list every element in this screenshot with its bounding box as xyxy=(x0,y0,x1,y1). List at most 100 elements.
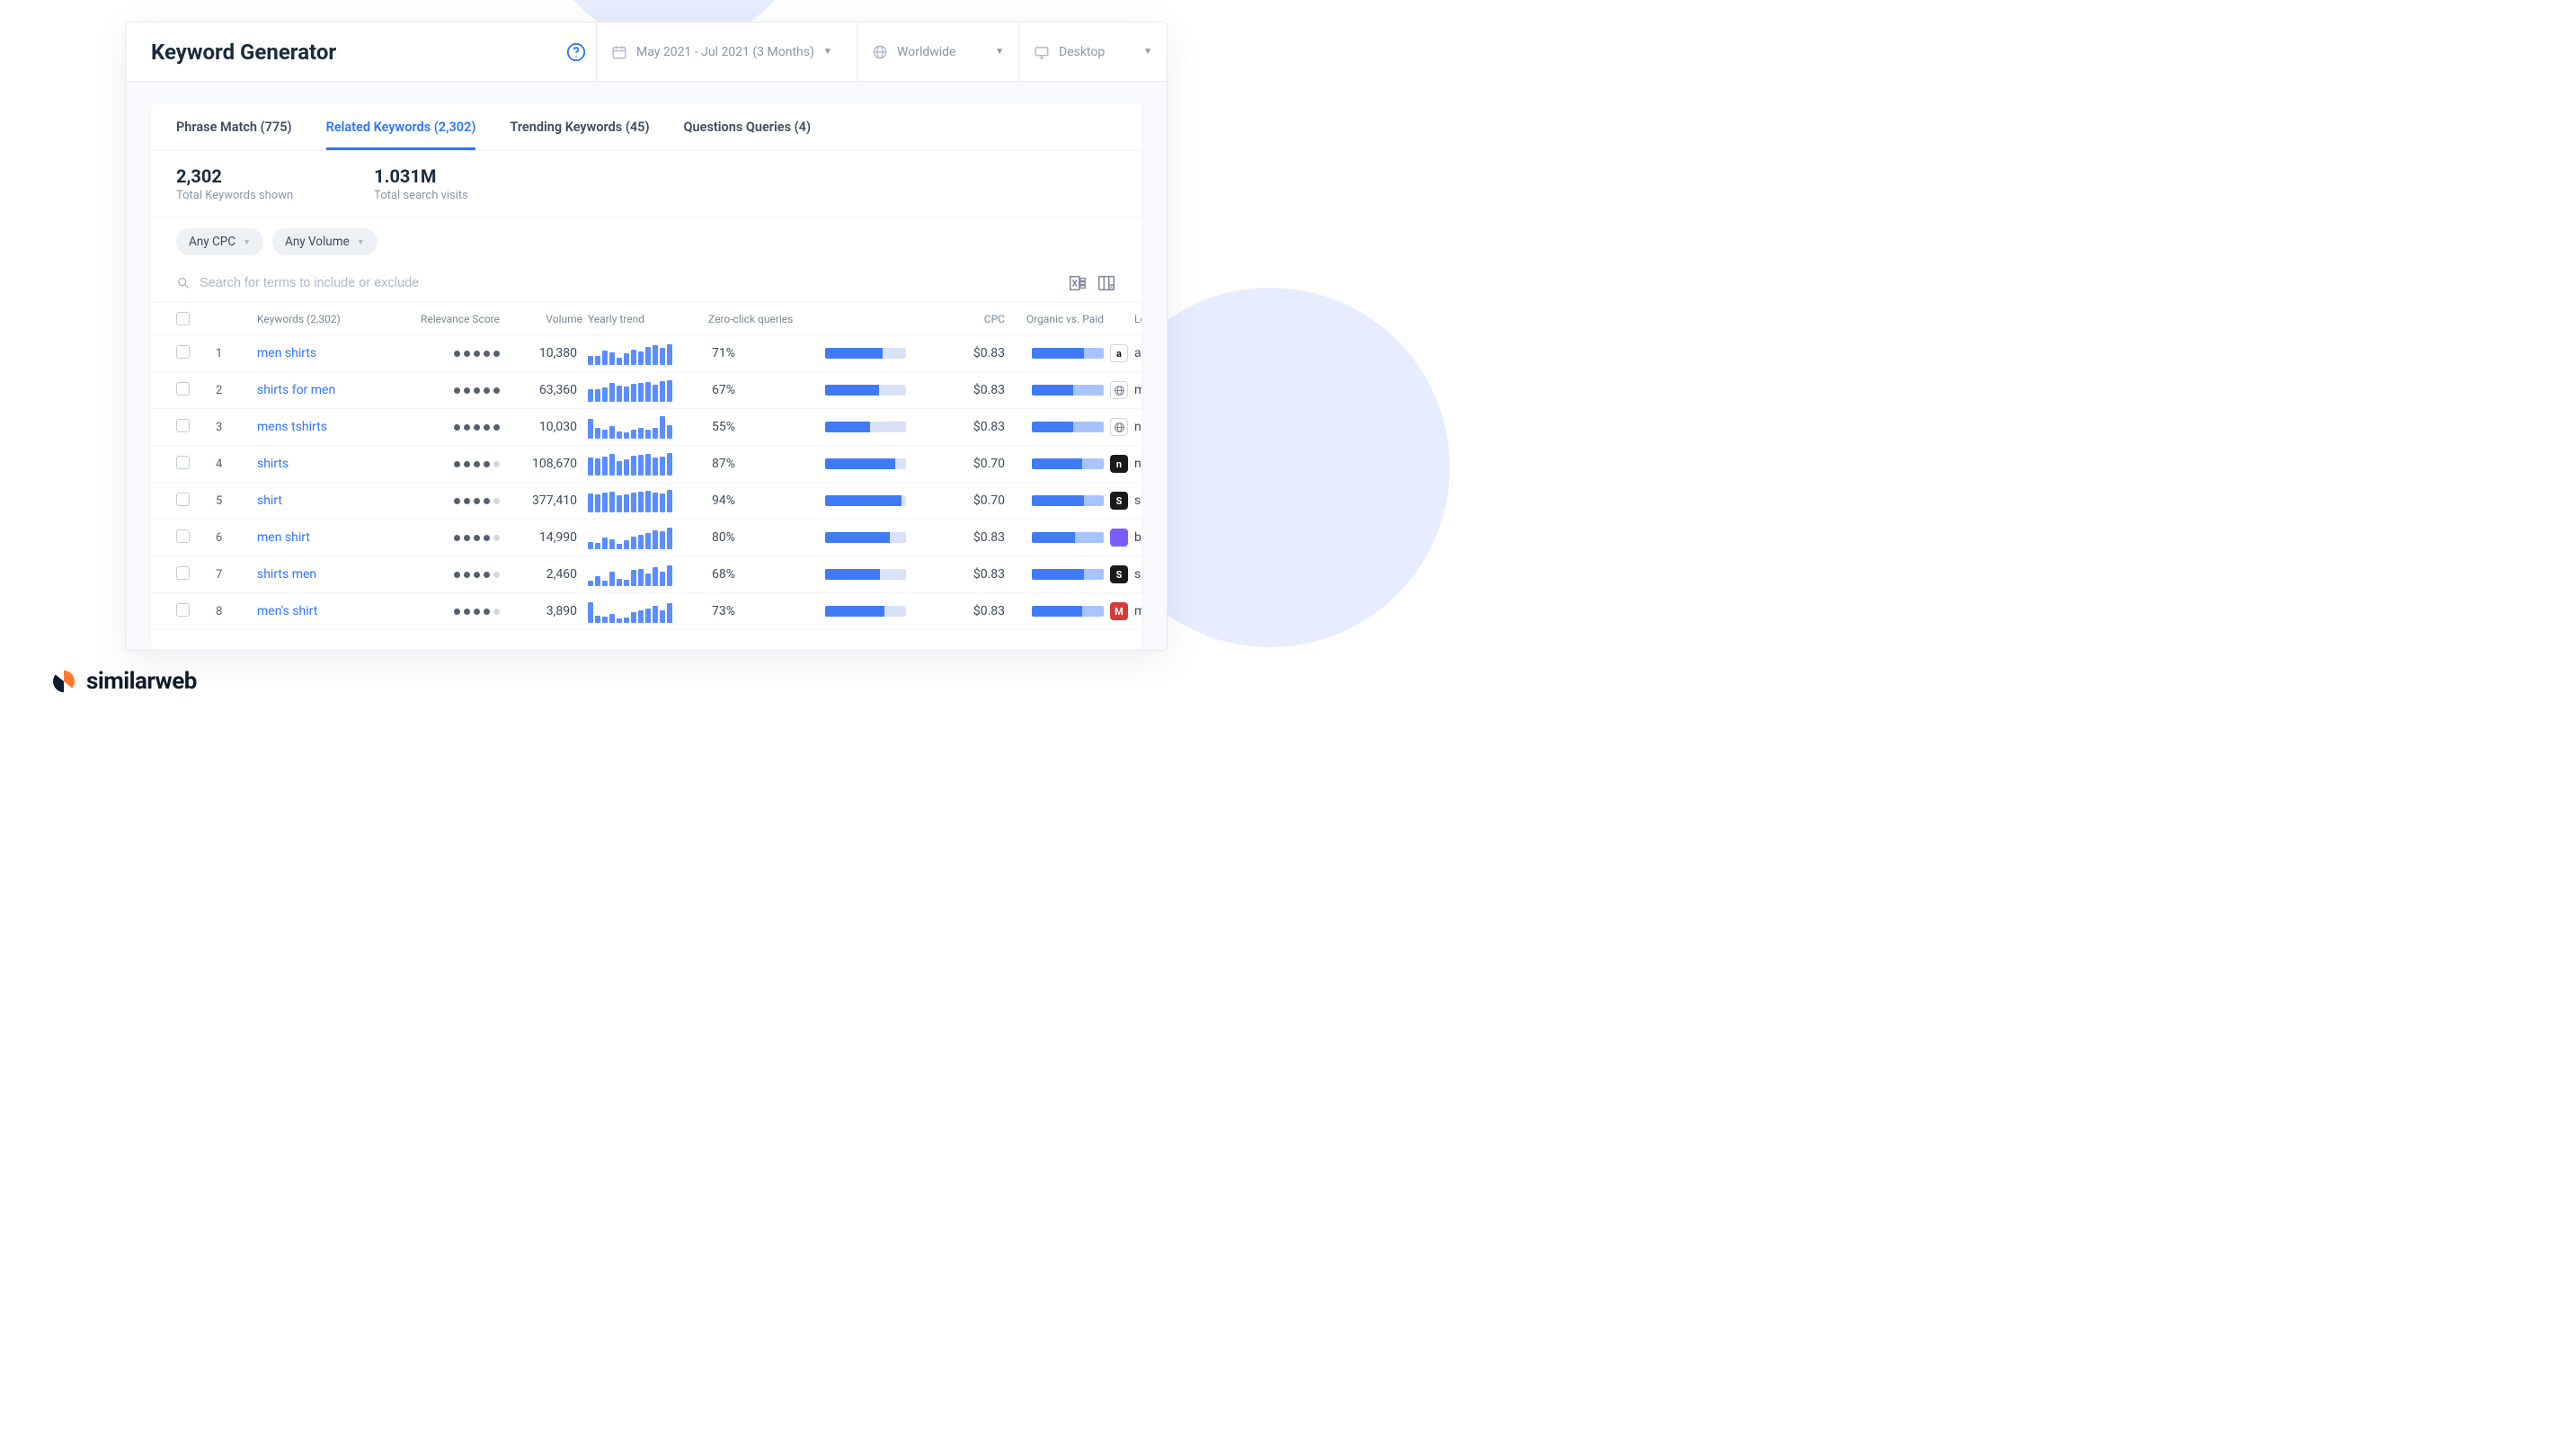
export-excel-button[interactable] xyxy=(1068,273,1088,293)
tab[interactable]: Questions Queries (4) xyxy=(684,103,812,150)
row-checkbox[interactable] xyxy=(176,493,190,506)
leader-favicon: S xyxy=(1110,565,1128,583)
cpc-value: $0.83 xyxy=(915,420,1005,434)
trend-sparkline xyxy=(582,526,708,549)
organic-paid-bar xyxy=(1032,458,1104,469)
col-volume[interactable]: Volume xyxy=(500,313,582,325)
zero-click-bar xyxy=(825,569,906,580)
cpc-filter[interactable]: Any CPC ▼ xyxy=(176,228,263,255)
tab[interactable]: Related Keywords (2,302) xyxy=(326,103,476,150)
leader-domain[interactable]: nordstrom.com xyxy=(1134,420,1141,434)
table-search-bar xyxy=(151,266,1141,303)
leader-domain[interactable]: amazon.com xyxy=(1134,346,1141,360)
cpc-value: $0.83 xyxy=(915,567,1005,582)
date-range-selector[interactable]: May 2021 - Jul 2021 (3 Months) ▼ xyxy=(597,22,857,81)
similarweb-logo-icon xyxy=(50,668,77,695)
keyword-link[interactable]: men shirts xyxy=(257,346,383,360)
region-label: Worldwide xyxy=(897,45,955,59)
row-checkbox[interactable] xyxy=(176,419,190,432)
trend-sparkline xyxy=(582,600,708,623)
leader-favicon: M xyxy=(1110,602,1128,620)
col-leader[interactable]: Leader xyxy=(1134,313,1141,325)
chevron-down-icon: ▼ xyxy=(357,237,365,247)
keyword-link[interactable]: shirts men xyxy=(257,567,383,582)
row-checkbox[interactable] xyxy=(176,566,190,580)
table-row: 4shirts108,67087%$0.70nnext.co.uk xyxy=(151,446,1141,483)
relevance-dots xyxy=(383,387,500,394)
leader-domain[interactable]: shein.com xyxy=(1134,567,1141,582)
row-index: 6 xyxy=(216,531,257,545)
organic-paid-bar xyxy=(1032,606,1104,617)
tabs: Phrase Match (775) Related Keywords (2,30… xyxy=(151,103,1141,151)
volume-filter-label: Any Volume xyxy=(285,235,350,249)
volume-value: 2,460 xyxy=(500,567,582,582)
keyword-link[interactable]: men shirt xyxy=(257,530,383,545)
table-row: 1men shirts10,38071%$0.83aamazon.com xyxy=(151,335,1141,372)
zero-click-pct: 71% xyxy=(708,346,825,360)
leader-favicon: a xyxy=(1110,344,1128,362)
trend-sparkline xyxy=(582,415,708,439)
leader-domain[interactable]: bulkresizephotos xyxy=(1134,530,1141,545)
col-trend[interactable]: Yearly trend xyxy=(582,313,708,325)
tab[interactable]: Trending Keywords (45) xyxy=(510,103,649,150)
total-keywords-value: 2,302 xyxy=(176,165,293,187)
region-selector[interactable]: Worldwide ▼ xyxy=(857,22,1019,81)
organic-paid-bar xyxy=(1032,348,1104,359)
row-index: 7 xyxy=(216,568,257,582)
zero-click-bar xyxy=(825,458,906,469)
keyword-link[interactable]: shirts for men xyxy=(257,383,383,397)
tab[interactable]: Phrase Match (775) xyxy=(176,103,292,150)
volume-value: 377,410 xyxy=(500,493,582,508)
relevance-dots xyxy=(383,498,500,504)
zero-click-bar xyxy=(825,495,906,506)
trend-sparkline xyxy=(582,563,708,586)
cpc-value: $0.83 xyxy=(915,383,1005,397)
row-checkbox[interactable] xyxy=(176,382,190,396)
help-button[interactable] xyxy=(555,22,597,81)
row-checkbox[interactable] xyxy=(176,603,190,617)
keyword-link[interactable]: men's shirt xyxy=(257,604,383,618)
total-keywords-label: Total Keywords shown xyxy=(176,189,293,202)
relevance-dots xyxy=(383,572,500,578)
row-index: 2 xyxy=(216,384,257,397)
table-row: 8men's shirt3,89073%$0.83Mmatalan.co.uk xyxy=(151,593,1141,630)
col-zero-click[interactable]: Zero-click queries xyxy=(708,313,825,325)
row-index: 1 xyxy=(216,347,257,360)
row-index: 8 xyxy=(216,605,257,618)
organic-paid-bar xyxy=(1032,422,1104,432)
trend-sparkline xyxy=(582,342,708,365)
col-cpc[interactable]: CPC xyxy=(915,313,1005,325)
leader-domain[interactable]: shein.com xyxy=(1134,493,1141,508)
zero-click-bar xyxy=(825,532,906,543)
search-icon xyxy=(176,276,191,290)
total-visits-label: Total search visits xyxy=(374,189,468,202)
device-selector[interactable]: Desktop ▼ xyxy=(1019,22,1167,81)
columns-settings-button[interactable] xyxy=(1097,273,1116,293)
zero-click-bar xyxy=(825,385,906,396)
col-keywords[interactable]: Keywords (2,302) xyxy=(257,313,383,325)
cpc-value: $0.83 xyxy=(915,604,1005,618)
trend-sparkline xyxy=(582,489,708,512)
col-ovp[interactable]: Organic vs. Paid xyxy=(1005,313,1104,325)
keyword-link[interactable]: shirts xyxy=(257,457,383,471)
summary-bar: 2,302 Total Keywords shown 1.031M Total … xyxy=(151,151,1141,218)
search-input[interactable] xyxy=(200,276,1059,290)
keyword-link[interactable]: mens tshirts xyxy=(257,420,383,434)
relevance-dots xyxy=(383,609,500,615)
col-relevance[interactable]: Relevance Score xyxy=(383,313,500,325)
volume-filter[interactable]: Any Volume ▼ xyxy=(272,228,378,255)
chevron-down-icon: ▼ xyxy=(1143,47,1152,57)
leader-domain[interactable]: next.co.uk xyxy=(1134,457,1141,471)
select-all-checkbox[interactable] xyxy=(176,312,190,325)
row-checkbox[interactable] xyxy=(176,345,190,359)
leader-domain[interactable]: matalan.co.uk xyxy=(1134,604,1141,618)
row-checkbox[interactable] xyxy=(176,456,190,469)
row-index: 4 xyxy=(216,458,257,471)
keyword-link[interactable]: shirt xyxy=(257,493,383,508)
table-row: 3mens tshirts10,03055%$0.83nordstrom.com xyxy=(151,409,1141,446)
table-row: 7shirts men2,46068%$0.83Sshein.com xyxy=(151,556,1141,593)
relevance-dots xyxy=(383,351,500,357)
leader-favicon xyxy=(1110,381,1128,399)
row-checkbox[interactable] xyxy=(176,529,190,543)
leader-domain[interactable]: myntra.com xyxy=(1134,383,1141,397)
